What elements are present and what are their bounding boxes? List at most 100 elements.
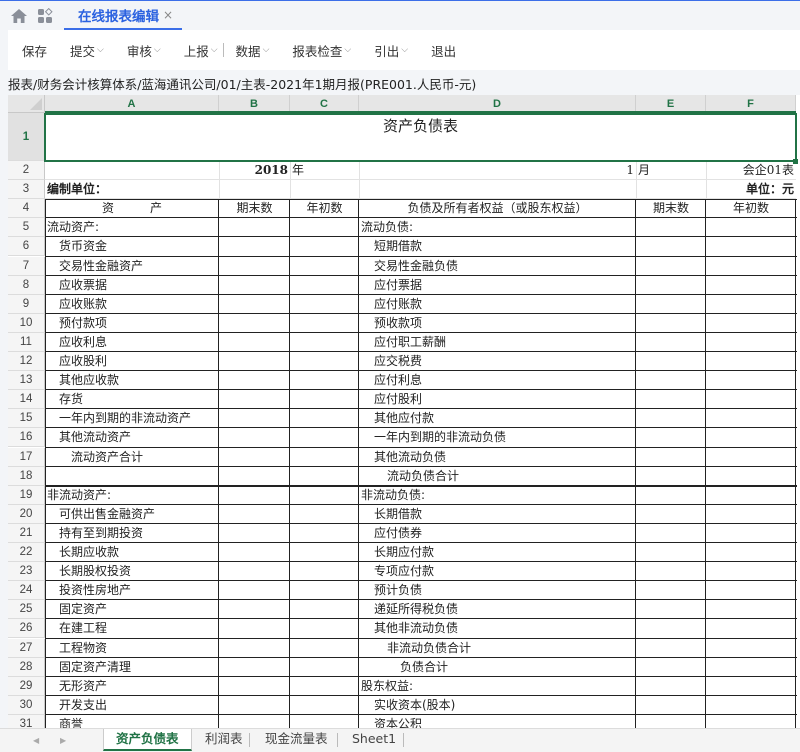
value-cell[interactable]	[636, 390, 706, 409]
value-cell[interactable]	[219, 276, 290, 295]
fill-handle[interactable]	[793, 159, 798, 164]
tab-online-report-edit[interactable]: 在线报表编辑 ×	[64, 1, 182, 30]
value-cell[interactable]	[636, 600, 706, 619]
value-cell[interactable]	[219, 677, 290, 696]
liability-item[interactable]: 应付票据	[359, 276, 636, 295]
value-cell[interactable]	[636, 696, 706, 715]
liability-item[interactable]: 专项应付款	[359, 562, 636, 581]
value-cell[interactable]	[636, 486, 706, 505]
toolbar-button-6[interactable]: 引出 ⌵	[374, 41, 408, 60]
close-icon[interactable]: ×	[163, 8, 173, 22]
value-cell[interactable]	[636, 371, 706, 390]
liability-item[interactable]: 资本公积	[359, 715, 636, 728]
value-cell[interactable]	[219, 696, 290, 715]
liability-item[interactable]: 应付债券	[359, 524, 636, 543]
apps-grid-icon[interactable]	[38, 7, 54, 24]
value-cell[interactable]	[636, 295, 706, 314]
row-header-25[interactable]: 25	[8, 600, 45, 620]
row-header-13[interactable]: 13	[8, 371, 45, 391]
value-cell[interactable]	[636, 562, 706, 581]
value-cell[interactable]	[706, 295, 796, 314]
value-cell[interactable]	[706, 581, 796, 600]
value-cell[interactable]	[290, 581, 359, 600]
value-cell[interactable]	[636, 237, 706, 256]
row-header-27[interactable]: 27	[8, 638, 45, 658]
value-cell[interactable]	[636, 505, 706, 524]
value-cell[interactable]	[636, 619, 706, 638]
liability-item[interactable]: 长期借款	[359, 505, 636, 524]
value-cell[interactable]	[290, 237, 359, 256]
toolbar-button-7[interactable]: 退出	[431, 41, 456, 60]
row-header-16[interactable]: 16	[8, 428, 45, 448]
row-header-24[interactable]: 24	[8, 581, 45, 601]
value-cell[interactable]	[290, 696, 359, 715]
year-value[interactable]: 2018	[219, 161, 290, 180]
value-cell[interactable]	[706, 409, 796, 428]
asset-item[interactable]: 存货	[45, 390, 219, 409]
value-cell[interactable]	[219, 352, 290, 371]
header-asset[interactable]: 资 产	[45, 199, 219, 218]
row-header-21[interactable]: 21	[8, 523, 45, 543]
liability-item[interactable]: 应付股利	[359, 390, 636, 409]
row-header-4[interactable]: 4	[8, 199, 45, 219]
value-cell[interactable]	[706, 639, 796, 658]
value-cell[interactable]	[290, 448, 359, 467]
value-cell[interactable]	[706, 257, 796, 276]
value-cell[interactable]	[706, 333, 796, 352]
value-cell[interactable]	[290, 639, 359, 658]
row-header-20[interactable]: 20	[8, 504, 45, 524]
value-cell[interactable]	[290, 352, 359, 371]
header-end-balance[interactable]: 期末数	[219, 199, 290, 218]
row-header-10[interactable]: 10	[8, 313, 45, 333]
value-cell[interactable]	[290, 562, 359, 581]
liability-item[interactable]: 股东权益:	[359, 677, 636, 696]
asset-item[interactable]: 工程物资	[45, 639, 219, 658]
asset-item[interactable]: 预付款项	[45, 314, 219, 333]
value-cell[interactable]	[636, 428, 706, 447]
value-cell[interactable]	[290, 505, 359, 524]
asset-item[interactable]: 长期应收款	[45, 543, 219, 562]
value-cell[interactable]	[706, 524, 796, 543]
sheet-tab-3[interactable]: Sheet1	[340, 729, 408, 751]
value-cell[interactable]	[706, 371, 796, 390]
row-header-14[interactable]: 14	[8, 390, 45, 410]
liability-item[interactable]: 应交税费	[359, 352, 636, 371]
value-cell[interactable]	[706, 314, 796, 333]
toolbar-button-2[interactable]: 审核 ⌵	[127, 41, 161, 60]
month-label[interactable]: 月	[636, 161, 706, 180]
value-cell[interactable]	[290, 658, 359, 677]
toolbar-button-5[interactable]: 报表检查 ⌵	[292, 41, 351, 60]
liability-item[interactable]: 预计负债	[359, 581, 636, 600]
asset-item[interactable]: 货币资金	[45, 237, 219, 256]
value-cell[interactable]	[290, 409, 359, 428]
row-header-17[interactable]: 17	[8, 447, 45, 467]
value-cell[interactable]	[219, 467, 290, 486]
spreadsheet-grid[interactable]: A B C D E F 1 2 3 4 5 6 7 8 9 10 11 12 13 14 15 16 17 18 19 20 21 2…	[8, 95, 800, 728]
value-cell[interactable]	[290, 390, 359, 409]
value-cell[interactable]	[290, 371, 359, 390]
header-begin-balance[interactable]: 年初数	[290, 199, 359, 218]
value-cell[interactable]	[706, 658, 796, 677]
asset-item[interactable]: 可供出售金融资产	[45, 505, 219, 524]
row-header-19[interactable]: 19	[8, 485, 45, 505]
header-end-balance-2[interactable]: 期末数	[636, 199, 706, 218]
row-header-12[interactable]: 12	[8, 352, 45, 372]
value-cell[interactable]	[706, 390, 796, 409]
liability-item[interactable]: 应付账款	[359, 295, 636, 314]
value-cell[interactable]	[636, 333, 706, 352]
liability-item[interactable]: 一年内到期的非流动负债	[359, 428, 636, 447]
row-header-31[interactable]: 31	[8, 714, 45, 728]
row-header-8[interactable]: 8	[8, 275, 45, 295]
liability-item[interactable]: 非流动负债合计	[359, 639, 636, 658]
liability-item[interactable]: 交易性金融负债	[359, 257, 636, 276]
value-cell[interactable]	[219, 314, 290, 333]
value-cell[interactable]	[636, 639, 706, 658]
value-cell[interactable]	[219, 715, 290, 728]
asset-item[interactable]: 应收账款	[45, 295, 219, 314]
asset-item[interactable]: 一年内到期的非流动资产	[45, 409, 219, 428]
liability-item[interactable]: 实收资本(股本)	[359, 696, 636, 715]
value-cell[interactable]	[706, 237, 796, 256]
row-header-18[interactable]: 18	[8, 466, 45, 486]
asset-item[interactable]: 流动资产:	[45, 218, 219, 237]
value-cell[interactable]	[290, 314, 359, 333]
